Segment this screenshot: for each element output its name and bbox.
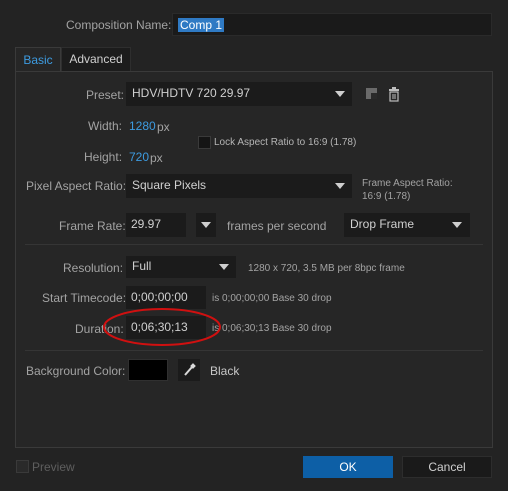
resolution-info: 1280 x 720, 3.5 MB per 8bpc frame [248,263,405,274]
frame-rate-value: 29.97 [131,217,162,231]
drop-frame-value: Drop Frame [350,217,415,231]
height-value[interactable]: 720 [129,150,149,164]
cancel-button[interactable]: Cancel [402,456,492,478]
frame-rate-menu[interactable] [196,213,216,237]
width-label: Width: [88,119,123,133]
tab-advanced[interactable]: Advanced [61,47,131,71]
background-color-label: Background Color: [26,364,126,378]
height-unit: px [150,151,163,165]
composition-name-value: Comp 1 [178,18,225,32]
background-color-swatch[interactable] [128,359,168,381]
pixel-aspect-value: Square Pixels [132,178,207,192]
frame-aspect-line1: Frame Aspect Ratio: [362,178,453,189]
preset-dropdown[interactable]: HDV/HDTV 720 29.97 [126,82,352,106]
resolution-dropdown[interactable]: Full [126,256,236,278]
resolution-value: Full [132,259,152,273]
frame-rate-input[interactable]: 29.97 [126,213,186,237]
eyedropper-icon[interactable] [178,359,200,381]
preset-label: Preset: [86,88,125,102]
tab-basic[interactable]: Basic [15,47,61,72]
start-timecode-info: is 0;00;00;00 Base 30 drop [212,293,332,304]
drop-frame-dropdown[interactable]: Drop Frame [344,213,470,237]
height-label: Height: [84,150,123,164]
annotation-ellipse [103,308,221,346]
divider [25,350,483,351]
pixel-aspect-label: Pixel Aspect Ratio: [26,179,127,193]
pixel-aspect-dropdown[interactable]: Square Pixels [126,174,352,198]
basic-panel [15,71,493,448]
chevron-down-icon [452,222,462,228]
start-timecode-label: Start Timecode: [42,291,127,305]
start-timecode-value: 0;00;00;00 [131,290,188,304]
preset-value: HDV/HDTV 720 29.97 [132,86,251,100]
composition-name-label: Composition Name: [66,18,172,32]
frame-rate-unit: frames per second [227,219,327,233]
width-value[interactable]: 1280 [129,119,156,133]
chevron-down-icon [201,222,211,228]
width-unit: px [157,120,170,134]
lock-aspect-checkbox[interactable] [198,136,211,149]
save-preset-icon[interactable] [364,86,380,102]
composition-name-input[interactable]: Comp 1 [172,13,492,36]
frame-aspect-line2: 16:9 (1.78) [362,191,411,202]
frame-rate-label: Frame Rate: [59,219,126,233]
resolution-label: Resolution: [63,261,124,275]
preview-checkbox[interactable] [16,460,29,473]
ok-button[interactable]: OK [303,456,393,478]
chevron-down-icon [335,91,345,97]
chevron-down-icon [219,264,229,270]
divider [25,244,483,245]
chevron-down-icon [335,183,345,189]
preview-label: Preview [32,460,75,474]
lock-aspect-label: Lock Aspect Ratio to 16:9 (1.78) [214,137,357,148]
background-color-name: Black [210,364,240,378]
trash-icon[interactable] [386,86,402,102]
